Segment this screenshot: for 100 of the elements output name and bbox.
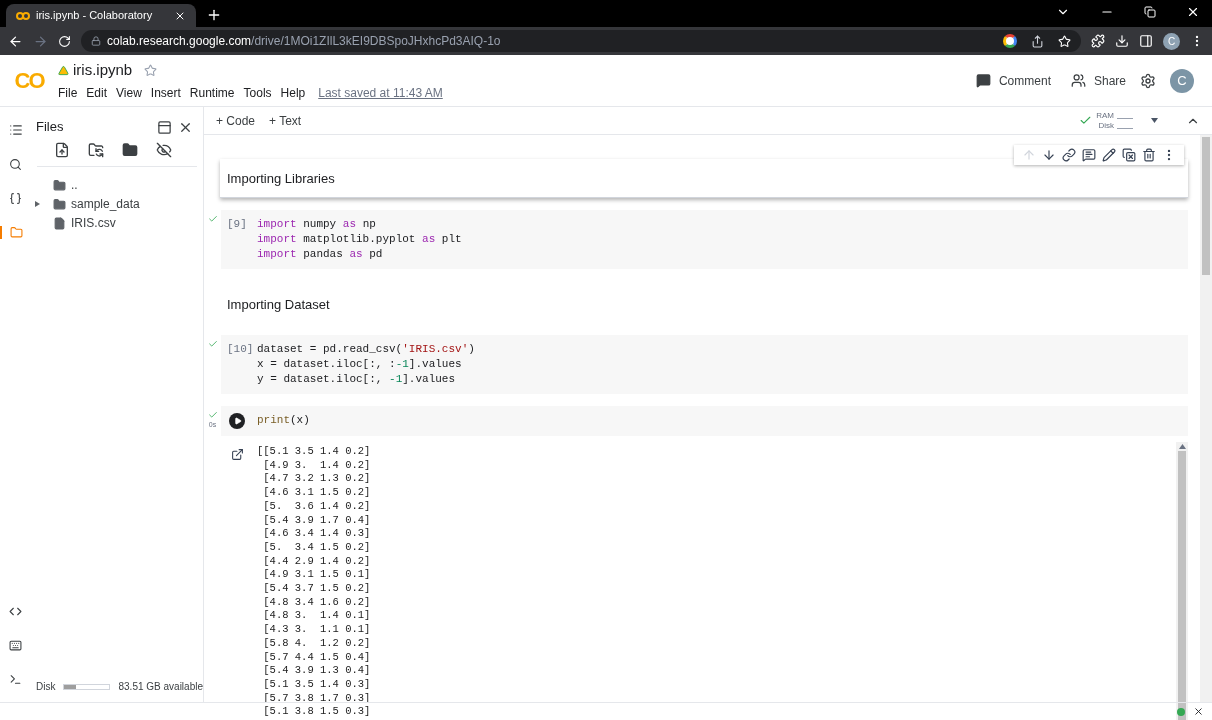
execution-count: [9]: [227, 217, 248, 232]
folder-icon: [53, 197, 66, 211]
share-icon[interactable]: [1031, 34, 1044, 48]
delete-icon[interactable]: [1142, 148, 1156, 162]
output-line: [5. 3.4 1.5 0.2]: [262, 540, 372, 555]
output-line: [5.8 4. 1.2 0.2]: [262, 636, 372, 651]
comment-icon[interactable]: [1082, 148, 1096, 162]
code-line: import matplotlib.pyplot as plt: [257, 232, 462, 247]
panel-title: Files: [36, 118, 64, 137]
output-line: [5.1 3.8 1.5 0.3]: [262, 705, 372, 720]
mirror-cell-icon[interactable]: [1122, 148, 1136, 162]
link-icon[interactable]: [1062, 148, 1076, 162]
section-heading: Importing Libraries: [227, 171, 335, 186]
refresh-folder-icon[interactable]: [88, 142, 104, 158]
file-icon: [53, 216, 66, 230]
back-icon[interactable]: [8, 33, 23, 49]
code-snippets-icon[interactable]: [9, 605, 22, 618]
last-saved-link[interactable]: Last saved at 11:43 AM: [318, 83, 443, 102]
output-line: [4.4 2.9 1.4 0.2]: [262, 554, 372, 569]
star-icon[interactable]: [144, 64, 158, 77]
close-icon[interactable]: [1193, 706, 1204, 717]
dropdown-caret-icon[interactable]: [1151, 118, 1158, 123]
side-panel-icon[interactable]: [1139, 34, 1153, 48]
code-line: print(x): [257, 413, 310, 428]
output-icon: [231, 448, 244, 461]
close-icon[interactable]: [1186, 5, 1200, 19]
forward-icon[interactable]: [33, 33, 48, 49]
code-cell[interactable]: [10] dataset = pd.read_csv('IRIS.csv') x = dataset.iloc[:, :-1].values y = dataset.iloc[:, -1].values: [221, 335, 1188, 394]
output-line: [4.8 3. 1.4 0.1]: [262, 609, 372, 624]
output-line: [4.8 3.4 1.6 0.2]: [262, 595, 372, 610]
files-icon[interactable]: [10, 226, 23, 239]
scrollbar[interactable]: [1200, 135, 1212, 702]
file-tree-item[interactable]: IRIS.csv: [31, 215, 203, 231]
table-of-contents-icon[interactable]: [8, 123, 23, 137]
comment-button[interactable]: Comment: [975, 71, 1051, 90]
comment-icon: [975, 73, 991, 88]
new-tab-icon[interactable]: [206, 7, 222, 23]
output-line: [4.7 3.2 1.3 0.2]: [262, 472, 372, 487]
people-icon: [1070, 73, 1086, 88]
execution-count: [10]: [227, 342, 255, 357]
expand-caret-icon[interactable]: [35, 201, 40, 207]
menu-item[interactable]: Help: [280, 83, 306, 102]
output-line: [[5.1 3.5 1.4 0.2]: [257, 445, 372, 459]
code-cell[interactable]: [9] import numpy as np import matplotlib.pyplot as plt import pandas as pd: [221, 210, 1188, 269]
output-line: [5.4 3.9 1.7 0.4]: [262, 513, 372, 528]
resources-button[interactable]: RAM Disk: [1079, 110, 1133, 131]
add-code-button[interactable]: + Code: [216, 111, 256, 130]
share-button[interactable]: Share: [1070, 71, 1126, 90]
ram-label: RAM: [1096, 110, 1114, 121]
settings-icon[interactable]: [1140, 72, 1156, 89]
disk-available: 83.51 GB available: [118, 680, 203, 694]
colab-favicon-icon: [16, 11, 30, 20]
hidden-files-icon[interactable]: [156, 142, 172, 158]
menu-item[interactable]: View: [116, 83, 142, 102]
terminal-icon[interactable]: [9, 673, 22, 686]
output-line: [4.6 3.1 1.5 0.2]: [262, 486, 372, 500]
move-down-icon[interactable]: [1042, 148, 1056, 162]
lock-icon: [91, 36, 101, 46]
restore-icon[interactable]: [1144, 6, 1156, 18]
menu-item[interactable]: Edit: [86, 83, 108, 102]
download-icon[interactable]: [1115, 34, 1129, 48]
google-icon[interactable]: [1003, 34, 1017, 48]
play-icon: [233, 417, 242, 425]
selected-text-cell[interactable]: Importing Libraries: [220, 159, 1188, 198]
disk-label: Disk: [1098, 120, 1114, 131]
code-line: import numpy as np: [257, 217, 377, 232]
output-line: [4.3 3. 1.1 0.1]: [262, 623, 372, 637]
upload-icon[interactable]: [54, 142, 70, 158]
code-cell[interactable]: print(x): [221, 406, 1188, 436]
text-cell[interactable]: Importing Dataset: [220, 285, 1188, 323]
edit-icon[interactable]: [1102, 148, 1116, 162]
output-line: [5.1 3.5 1.4 0.3]: [262, 677, 372, 692]
url: colab.research.google.com/drive/1MOi1ZIlL3kEI9DBSpoJHxhcPd3AIQ-1o: [107, 33, 501, 50]
scrollbar[interactable]: [1176, 442, 1188, 720]
menu-item[interactable]: Runtime: [189, 83, 235, 102]
extensions-icon[interactable]: [1091, 34, 1105, 48]
section-heading: Importing Dataset: [227, 297, 330, 312]
menu-item[interactable]: Insert: [150, 83, 181, 102]
code-line: y = dataset.iloc[:, -1].values: [257, 372, 457, 387]
disk-label: Disk: [36, 680, 56, 694]
code-line: import pandas as pd: [257, 247, 384, 262]
output-line: [5.7 4.4 1.5 0.4]: [262, 650, 372, 665]
code-line: dataset = pd.read_csv('IRIS.csv'): [257, 342, 475, 357]
file-tree-item[interactable]: ..: [31, 177, 203, 193]
file-tree-item[interactable]: sample_data: [31, 196, 203, 212]
address-bar[interactable]: colab.research.google.com/drive/1MOi1ZIlL3kEI9DBSpoJHxhcPd3AIQ-1o: [81, 30, 1081, 52]
reload-icon[interactable]: [58, 34, 71, 48]
variables-icon[interactable]: [9, 192, 22, 205]
browser-tab[interactable]: iris.ipynb - Colaboratory: [6, 4, 196, 27]
run-button[interactable]: [229, 413, 245, 429]
scroll-up-icon[interactable]: [1178, 444, 1186, 449]
output-line: [4.9 3. 1.4 0.2]: [262, 458, 372, 473]
menu-item[interactable]: Tools: [243, 83, 272, 102]
window-icon[interactable]: [157, 119, 172, 135]
notebook-name[interactable]: iris.ipynb: [73, 59, 133, 82]
drive-icon: [58, 65, 69, 76]
output-line: [5.4 3.9 1.3 0.4]: [262, 664, 372, 678]
add-text-button[interactable]: + Text: [269, 111, 302, 130]
search-icon[interactable]: [9, 158, 22, 171]
menu-item[interactable]: File: [58, 83, 78, 102]
